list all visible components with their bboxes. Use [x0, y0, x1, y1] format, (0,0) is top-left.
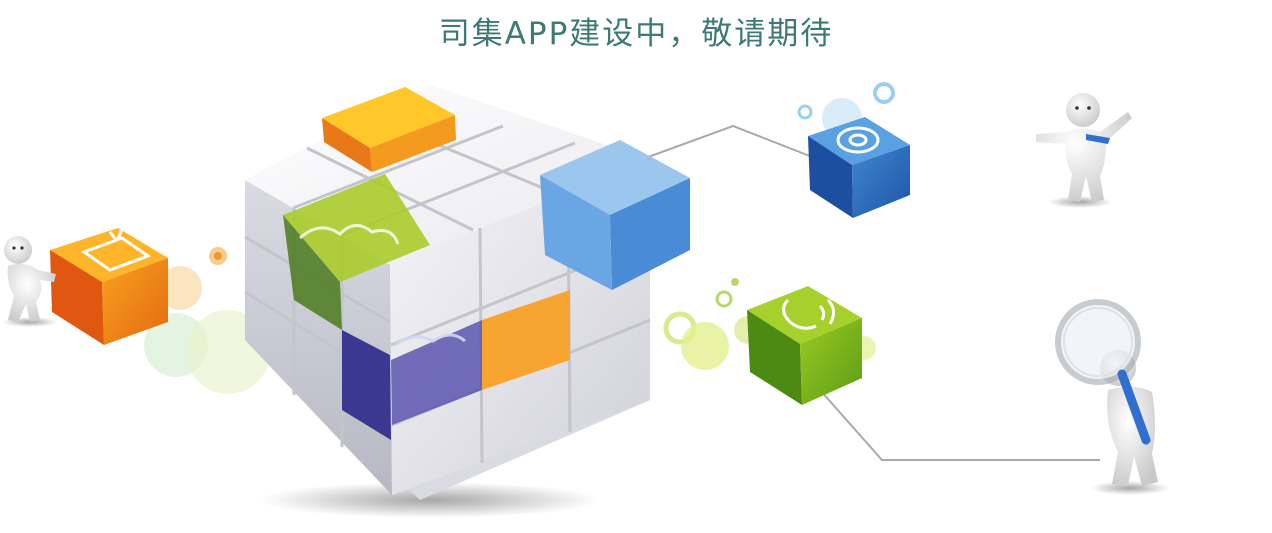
figure-pushing: [2, 236, 58, 327]
figure-searching: [1055, 299, 1170, 495]
illustration: [2, 82, 1170, 518]
email-cube: [808, 117, 910, 218]
tv-cube: [50, 227, 168, 345]
figure-welcoming: [1036, 93, 1132, 208]
phone-cube: [747, 286, 862, 405]
central-cube: [244, 85, 690, 518]
